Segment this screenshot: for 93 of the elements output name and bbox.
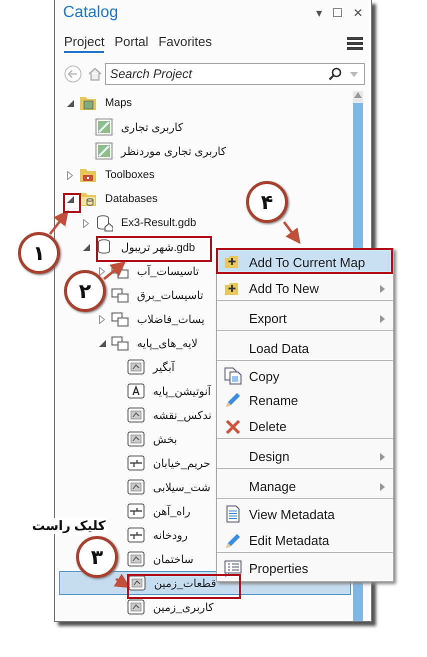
callout-arrow (103, 261, 126, 280)
tree-item[interactable]: ندکس_نقشه (153, 408, 212, 422)
callout-arrow (114, 574, 130, 588)
delete-icon (224, 418, 242, 436)
tree-item[interactable]: کاربری_زمین (153, 600, 214, 614)
tree-item[interactable]: لایه_های_پایه (137, 336, 198, 350)
expand-arrow-icon[interactable] (97, 314, 107, 324)
expand-arrow-icon[interactable] (65, 170, 75, 180)
tree-item[interactable]: شت_سیلابی (153, 480, 210, 494)
toolbox-folder-icon (79, 166, 97, 184)
expand-arrow-icon[interactable] (81, 218, 91, 228)
tree-item[interactable]: ساختمان (153, 552, 194, 566)
highlight-frame (63, 193, 81, 213)
menu-item[interactable]: Edit Metadata (217, 526, 393, 553)
dataset-icon (111, 310, 129, 328)
menu-item[interactable]: Copy (217, 364, 393, 388)
submenu-arrow-icon (380, 452, 385, 460)
polygon-layer-icon (127, 550, 145, 568)
submenu-arrow-icon (380, 314, 385, 322)
tree-item[interactable]: کاربری تجاری (121, 120, 184, 134)
tree-item[interactable]: راه_آهن (153, 504, 190, 518)
tab[interactable]: Portal (114, 34, 148, 53)
tree-item[interactable]: یسات_فاضلاب (137, 312, 205, 326)
line-layer-icon (127, 502, 145, 520)
menu-item[interactable]: Delete (217, 412, 393, 439)
caret-icon[interactable] (350, 72, 358, 76)
tree-item[interactable]: شهر تریبول.gdb (121, 240, 196, 254)
collapse-arrow-icon[interactable] (65, 196, 75, 202)
close-button[interactable]: ✕ (350, 6, 365, 20)
document-icon (224, 505, 242, 523)
tab[interactable]: Project (64, 34, 104, 53)
menu-item[interactable]: Add To Current Map (217, 250, 393, 274)
database-home-icon (95, 214, 113, 232)
search-icon[interactable] (328, 67, 342, 81)
callout-arrow (49, 210, 69, 235)
callout-arrow (283, 221, 300, 244)
tree-item[interactable]: Ex3-Result.gdb (121, 217, 196, 229)
dataset-icon (111, 334, 129, 352)
polygon-layer-icon (127, 478, 145, 496)
collapse-arrow-icon[interactable] (81, 244, 91, 250)
back-icon[interactable] (64, 65, 82, 83)
tree-item[interactable]: Toolboxes (105, 169, 155, 181)
callout-number: ۱ (18, 232, 60, 274)
annotation-label: کلیک راست (32, 518, 106, 534)
line-layer-icon (127, 454, 145, 472)
expand-arrow-icon[interactable] (97, 266, 107, 276)
dropdown-button[interactable]: ▾ (314, 6, 324, 20)
menu-item[interactable]: Export (217, 304, 393, 331)
collapse-arrow-icon[interactable] (65, 100, 75, 106)
submenu-arrow-icon (380, 284, 385, 292)
tree-item[interactable]: Maps (105, 97, 132, 109)
tree-item[interactable]: کاربری تجاری موردنظر (121, 144, 226, 158)
submenu-arrow-icon (380, 482, 385, 490)
database-folder-icon (79, 190, 97, 208)
search-input[interactable]: Search Project (110, 67, 320, 81)
map-icon (95, 142, 113, 160)
home-icon[interactable] (88, 67, 102, 81)
database-icon (95, 238, 113, 256)
tree-item[interactable]: بخش (153, 432, 178, 446)
polygon-layer-icon (127, 430, 145, 448)
pencil-icon (224, 532, 242, 550)
menu-item[interactable]: View Metadata (217, 502, 393, 526)
tab[interactable]: Favorites (158, 34, 212, 53)
pencil-icon (224, 391, 242, 409)
menu-item[interactable]: Add To New (217, 274, 393, 301)
scroll-up-icon[interactable] (353, 91, 363, 99)
annotation-layer-icon (127, 382, 145, 400)
tree-item[interactable]: تاسیسات_برق (137, 288, 204, 302)
menu-item[interactable]: Load Data (217, 334, 393, 361)
copy-icon (224, 367, 242, 385)
tree-item[interactable]: آنوتیشن_پایه (153, 384, 211, 398)
tree-item[interactable]: حریم_خیابان (153, 456, 210, 470)
map-icon (95, 118, 113, 136)
polygon-layer-icon (127, 598, 145, 616)
menu-item[interactable]: Rename (217, 388, 393, 412)
polygon-layer-icon (128, 574, 146, 592)
tree-item[interactable]: رودخانه (153, 528, 188, 542)
search-field[interactable]: Search Project (105, 63, 365, 85)
tree-item[interactable]: تاسیسات_آب (137, 264, 199, 278)
line-layer-icon (127, 526, 145, 544)
menu-icon[interactable] (347, 37, 363, 50)
properties-icon (224, 559, 242, 577)
maximize-button[interactable]: ☐ (330, 6, 345, 20)
polygon-layer-icon (127, 406, 145, 424)
menu-item[interactable]: Design (217, 442, 393, 469)
map-folder-icon (79, 94, 97, 112)
menu-item[interactable]: Manage (217, 472, 393, 499)
dataset-icon (111, 286, 129, 304)
collapse-arrow-icon[interactable] (97, 340, 107, 346)
tree-item[interactable]: Databases (105, 193, 158, 205)
polygon-layer-icon (127, 358, 145, 376)
tree-item[interactable]: آبگیر (153, 360, 175, 374)
pane-title: Catalog (63, 4, 118, 22)
